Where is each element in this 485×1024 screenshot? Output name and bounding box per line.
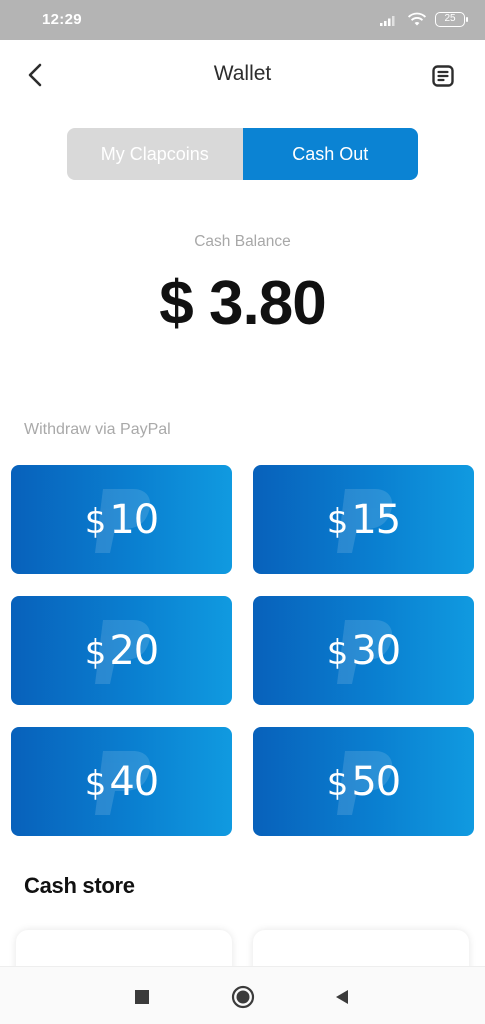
withdraw-option-card[interactable]: $50 <box>253 727 474 836</box>
withdraw-option-card[interactable]: $20 <box>11 596 232 705</box>
withdraw-label: Withdraw via PayPal <box>24 421 171 438</box>
circle-icon <box>231 985 255 1009</box>
triangle-back-icon <box>336 990 348 1004</box>
withdraw-option-card[interactable]: $15 <box>253 465 474 574</box>
cash-balance-label: Cash Balance <box>194 233 291 250</box>
withdraw-amount: $15 <box>326 496 402 543</box>
withdraw-amount: $50 <box>326 758 402 805</box>
wallet-tabs: My Clapcoins Cash Out <box>67 128 418 180</box>
withdraw-amount: $40 <box>84 758 160 805</box>
recents-button[interactable] <box>128 983 156 1011</box>
battery-icon: 25 <box>435 12 468 27</box>
withdraw-option-card[interactable]: $40 <box>11 727 232 836</box>
receipt-icon <box>432 65 454 87</box>
status-bar: 12:29 25 <box>0 0 485 40</box>
signal-icon <box>380 15 395 26</box>
home-button[interactable] <box>229 983 257 1011</box>
tab-my-clapcoins[interactable]: My Clapcoins <box>67 128 243 180</box>
status-icons: 25 <box>379 12 468 27</box>
withdraw-option-card[interactable]: $10 <box>11 465 232 574</box>
system-nav-bar <box>0 966 485 1024</box>
top-bar: Wallet <box>0 40 485 112</box>
cash-store-heading: Cash store <box>24 873 135 898</box>
page-title: Wallet <box>213 62 272 85</box>
withdraw-amount: $10 <box>84 496 160 543</box>
wifi-icon <box>407 12 427 26</box>
battery-level: 25 <box>444 13 456 24</box>
square-icon <box>135 990 149 1004</box>
tab-cash-out[interactable]: Cash Out <box>242 128 418 180</box>
back-nav-button[interactable] <box>328 983 356 1011</box>
withdraw-option-card[interactable]: $30 <box>253 596 474 705</box>
status-time: 12:29 <box>42 11 82 28</box>
history-button[interactable] <box>427 60 459 92</box>
withdraw-amount: $30 <box>326 627 402 674</box>
cash-balance-value: $ 3.80 <box>159 269 326 338</box>
withdraw-amount: $20 <box>84 627 160 674</box>
